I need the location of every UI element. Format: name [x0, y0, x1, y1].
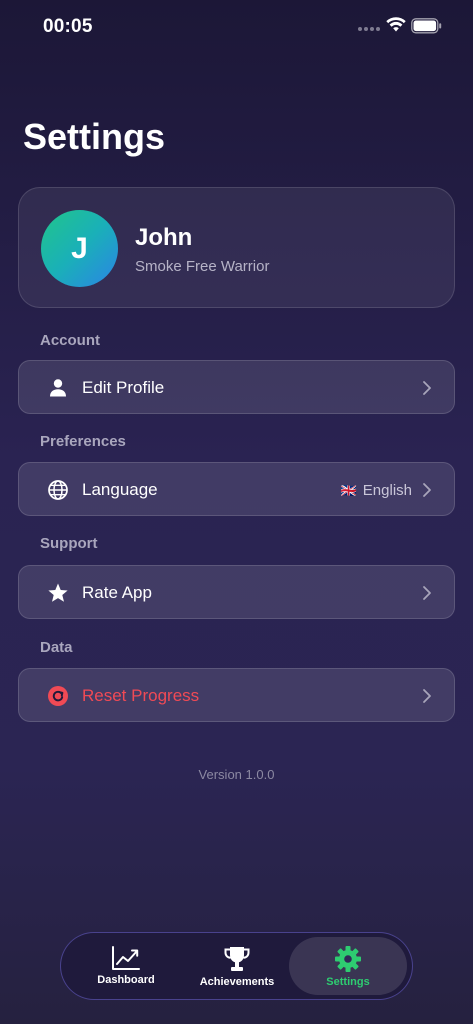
profile-card[interactable]: J John Smoke Free Warrior — [18, 187, 455, 308]
globe-icon — [48, 480, 68, 500]
section-label-preferences: Preferences — [40, 433, 126, 450]
tab-dashboard[interactable]: Dashboard — [67, 937, 185, 995]
language-row[interactable]: Language 🇬🇧 English — [18, 462, 455, 516]
profile-subtitle: Smoke Free Warrior — [135, 258, 270, 275]
rate-app-label: Rate App — [82, 583, 152, 602]
avatar-initial: J — [71, 231, 88, 265]
tab-dashboard-label: Dashboard — [97, 974, 155, 986]
language-value-text: English — [362, 482, 412, 499]
section-label-data: Data — [40, 639, 73, 656]
tab-settings-label: Settings — [326, 976, 370, 988]
version-label: Version 1.0.0 — [198, 767, 275, 782]
chevron-right-icon — [423, 381, 431, 395]
section-label-account: Account — [40, 332, 100, 349]
page-title: Settings — [23, 116, 166, 157]
section-label-support: Support — [40, 535, 98, 552]
chevron-right-icon — [423, 689, 431, 703]
rate-app-row[interactable]: Rate App — [18, 565, 455, 619]
status-time: 00:05 — [43, 16, 93, 37]
language-label: Language — [82, 480, 158, 499]
trophy-icon — [224, 947, 250, 971]
uk-flag-icon: 🇬🇧 — [340, 482, 357, 498]
wifi-icon — [386, 17, 406, 32]
edit-profile-label: Edit Profile — [82, 378, 165, 397]
battery-icon — [411, 18, 442, 34]
chevron-right-icon — [423, 483, 431, 497]
tab-bar: Dashboard Achievements Settings — [60, 932, 413, 1000]
reset-icon — [48, 686, 68, 706]
language-value: 🇬🇧 English — [341, 482, 412, 499]
reset-progress-label: Reset Progress — [82, 686, 200, 705]
reset-progress-row[interactable]: Reset Progress — [18, 668, 455, 722]
person-icon — [50, 379, 66, 397]
chevron-right-icon — [423, 586, 431, 600]
edit-profile-row[interactable]: Edit Profile — [18, 360, 455, 414]
profile-name: John — [135, 224, 193, 251]
chart-line-icon — [112, 946, 140, 970]
tab-settings[interactable]: Settings — [289, 937, 407, 995]
signal-icon — [358, 27, 380, 31]
avatar: J — [41, 210, 118, 287]
gear-icon — [335, 946, 361, 972]
status-bar: 00:05 — [0, 0, 473, 54]
star-icon — [48, 583, 68, 602]
tab-achievements-label: Achievements — [199, 976, 275, 988]
tab-achievements[interactable]: Achievements — [178, 937, 296, 995]
